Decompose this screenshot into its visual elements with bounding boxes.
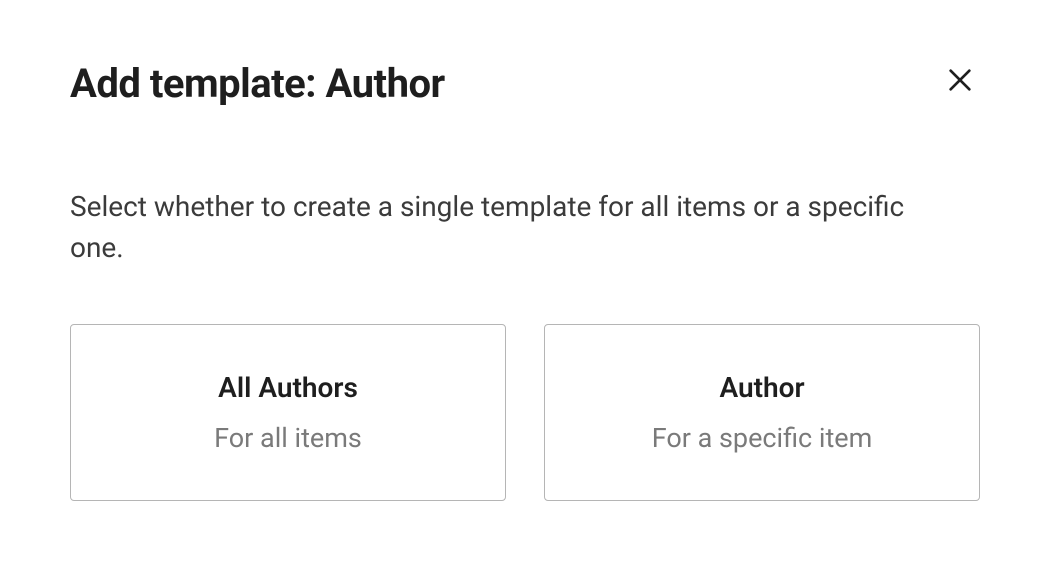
template-options: All Authors For all items Author For a s… xyxy=(70,324,980,501)
modal-description: Select whether to create a single templa… xyxy=(70,187,950,268)
close-icon xyxy=(944,64,976,99)
close-button[interactable] xyxy=(940,60,980,103)
add-template-modal: Add template: Author Select whether to c… xyxy=(0,0,1050,501)
option-title: Author xyxy=(565,371,959,404)
option-subtitle: For all items xyxy=(91,422,485,454)
option-title: All Authors xyxy=(91,371,485,404)
option-subtitle: For a specific item xyxy=(565,422,959,454)
option-all-authors[interactable]: All Authors For all items xyxy=(70,324,506,501)
option-single-author[interactable]: Author For a specific item xyxy=(544,324,980,501)
modal-header: Add template: Author xyxy=(70,60,980,107)
modal-title: Add template: Author xyxy=(70,60,445,107)
